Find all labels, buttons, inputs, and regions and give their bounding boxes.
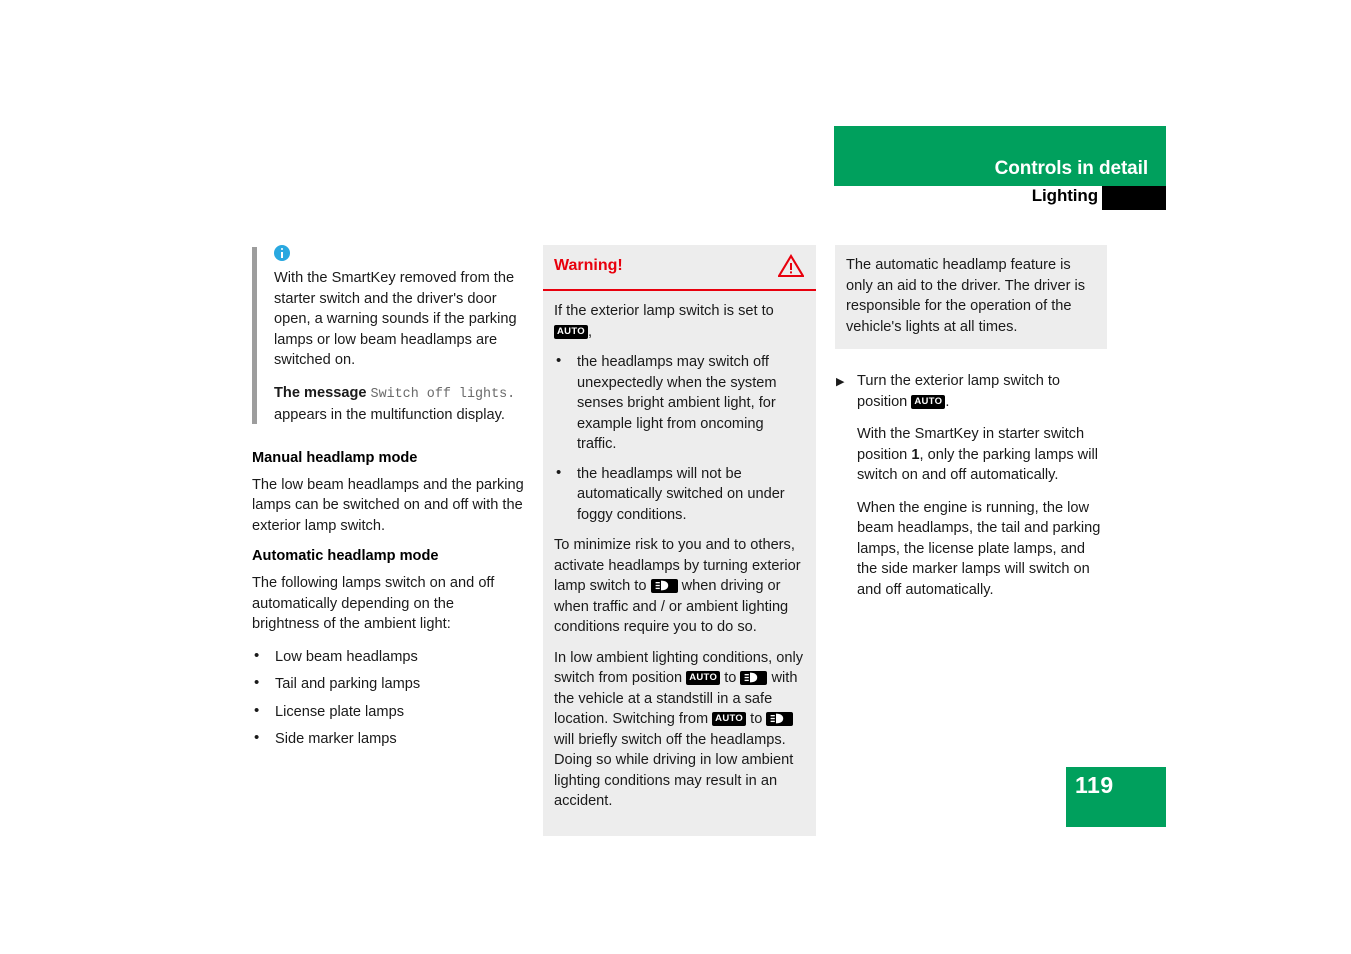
- auto-badge: AUTO: [911, 394, 946, 409]
- chapter-tab-marker: [1102, 186, 1166, 210]
- info-note-block: With the SmartKey removed from the start…: [252, 245, 524, 426]
- column-two: Warning! If the exterior lamp switch is …: [543, 245, 816, 836]
- list-item: the headlamps may switch off unexpectedl…: [554, 351, 805, 455]
- note-box-text: The automatic headlamp feature is only a…: [846, 257, 1086, 335]
- column-three: The automatic headlamp feature is only a…: [835, 245, 1107, 600]
- low-beam-headlamp-icon: [766, 712, 794, 726]
- instruction-suffix: .: [945, 393, 950, 410]
- heading-automatic-headlamp-mode: Automatic headlamp mode: [252, 548, 439, 564]
- header-green-banner: Controls in detail: [834, 126, 1166, 186]
- list-item: Tail and parking lamps: [252, 673, 524, 695]
- list-item: Low beam headlamps: [252, 646, 524, 668]
- manual-headlamp-text: The low beam headlamps and the parking l…: [252, 476, 524, 534]
- sub-paragraph-1: With the SmartKey in starter switch posi…: [857, 424, 1107, 486]
- warning-box-header: Warning!: [543, 245, 816, 291]
- warning-title: Warning!: [554, 257, 623, 274]
- sub-paragraph-2: When the engine is running, the low beam…: [857, 499, 1101, 598]
- instruction-prefix: Turn the exterior lamp switch to positio…: [857, 373, 1061, 410]
- info-note-paragraph-2: The message Switch off lights. appears i…: [274, 383, 524, 426]
- automatic-lamp-list: Low beam headlamps Tail and parking lamp…: [252, 646, 524, 750]
- info-note-p2-suffix: appears in the multifunction display.: [274, 407, 505, 423]
- heading-manual-headlamp-mode: Manual headlamp mode: [252, 449, 418, 466]
- warning-p3-part2: to: [720, 670, 741, 686]
- section-title: Lighting: [1031, 186, 1098, 205]
- page-title: Controls in detail: [994, 158, 1148, 179]
- column-one: With the SmartKey removed from the start…: [252, 245, 524, 757]
- warning-p3-part5: will briefly switch off the headlamps. D…: [554, 731, 794, 810]
- warning-box-body: If the exterior lamp switch is set to AU…: [543, 291, 816, 836]
- low-beam-headlamp-icon: [650, 579, 678, 593]
- list-item: the headlamps will not be automatically …: [554, 463, 805, 526]
- page-number-box: 119: [1066, 767, 1166, 827]
- warning-box: Warning! If the exterior lamp switch is …: [543, 245, 816, 836]
- header-subtitle-row: Lighting: [834, 186, 1166, 212]
- note-box: The automatic headlamp feature is only a…: [835, 245, 1107, 349]
- auto-badge: AUTO: [686, 671, 721, 685]
- instruction-list: Turn the exterior lamp switch to positio…: [835, 371, 1107, 412]
- instruction-item: Turn the exterior lamp switch to positio…: [835, 371, 1107, 412]
- low-beam-headlamp-icon: [740, 671, 768, 685]
- warning-intro-suffix: ,: [587, 323, 593, 340]
- info-note-paragraph-1: With the SmartKey removed from the start…: [274, 270, 517, 368]
- auto-badge: AUTO: [712, 712, 747, 726]
- auto-badge: AUTO: [554, 324, 588, 339]
- automatic-headlamp-text: The following lamps switch on and off au…: [252, 575, 495, 632]
- info-icon: [274, 245, 290, 261]
- warning-paragraph-2: To minimize risk to you and to others, a…: [554, 535, 805, 638]
- manual-page: Controls in detail Lighting With the Sma…: [0, 0, 1351, 954]
- warning-intro-prefix: If the exterior lamp switch is set to: [554, 303, 774, 319]
- warning-p3-part4: to: [746, 711, 767, 727]
- page-number: 119: [1075, 772, 1114, 798]
- instruction-sub-paragraphs: With the SmartKey in starter switch posi…: [835, 424, 1107, 600]
- display-message-text: Switch off lights.: [370, 386, 516, 402]
- list-item: Side marker lamps: [252, 728, 524, 750]
- info-note-left-bar: [252, 247, 257, 424]
- warning-triangle-icon: [777, 253, 805, 278]
- warning-bullet-list: the headlamps may switch off unexpectedl…: [554, 351, 805, 526]
- warning-intro-line: If the exterior lamp switch is set to AU…: [554, 301, 805, 342]
- list-item: License plate lamps: [252, 701, 524, 723]
- warning-paragraph-3: In low ambient lighting conditions, only…: [554, 648, 805, 812]
- info-note-p2-prefix: The message: [274, 384, 371, 401]
